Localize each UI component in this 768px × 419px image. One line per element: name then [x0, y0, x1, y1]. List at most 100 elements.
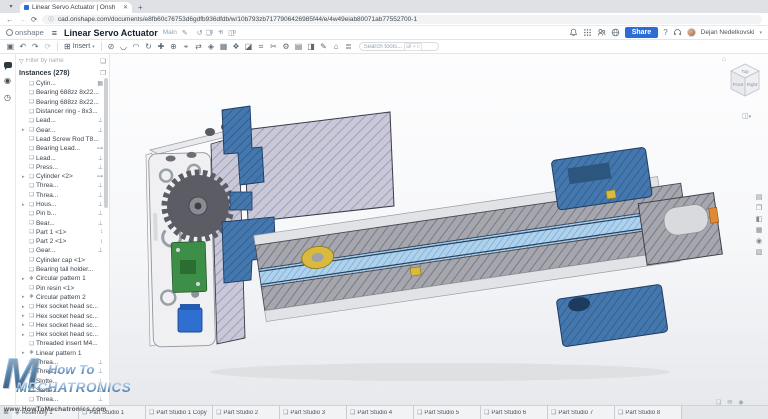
- new-tab-button[interactable]: +: [138, 3, 143, 12]
- tree-item[interactable]: ❑ Pin resin <1>: [16, 284, 109, 293]
- cylindrical-mate-icon[interactable]: ↻: [142, 41, 155, 53]
- expand-caret-icon[interactable]: ▸: [22, 304, 27, 310]
- tree-item[interactable]: ❑ Threa... ⊥: [16, 181, 109, 190]
- tables-panel-icon[interactable]: ▦: [756, 227, 763, 234]
- follow-icon[interactable]: + 0: [218, 29, 223, 36]
- browser-tab[interactable]: Linear Servo Actuator | Onsh ✕: [20, 2, 132, 13]
- tree-item[interactable]: ▸ ❑ Cylinder <2> ⊶: [16, 172, 109, 181]
- linear-pattern-icon[interactable]: ▦: [217, 41, 230, 53]
- tree-item[interactable]: ❑ Threaded insert M4...: [16, 339, 109, 348]
- tab-close-icon[interactable]: ✕: [123, 4, 128, 11]
- tree-item[interactable]: ❑ Bear... ⊥: [16, 218, 109, 227]
- history-panel-icon[interactable]: ◷: [4, 94, 11, 102]
- planar-mate-icon[interactable]: ◠: [130, 41, 143, 53]
- mirror-icon[interactable]: ◪: [242, 41, 255, 53]
- element-tab[interactable]: ❑ Part Studio 8: [615, 406, 682, 419]
- nut-yellow[interactable]: [410, 267, 421, 276]
- tree-item[interactable]: ❑ Threa... ⊥: [16, 191, 109, 200]
- tree-item[interactable]: ▸ ❖ Circular pattern 1: [16, 274, 109, 283]
- collapse-panel-icon[interactable]: ❏: [100, 57, 106, 65]
- group-icon[interactable]: ◈: [205, 41, 218, 53]
- tree-item[interactable]: ▸ ❑ Gear... ⊥: [16, 125, 109, 134]
- reload-icon[interactable]: ⟳: [31, 15, 37, 24]
- mate-icon[interactable]: ⊘: [105, 41, 118, 53]
- users-icon[interactable]: [597, 28, 606, 37]
- tree-item[interactable]: ❑ Bearing 688zz 8x22...: [16, 88, 109, 97]
- branch-icon[interactable]: ◫ 0: [228, 29, 236, 37]
- end-shaft-section[interactable]: [638, 193, 723, 265]
- follow-mode-icon[interactable]: ◉: [4, 77, 11, 85]
- appearance-icon[interactable]: ◨: [305, 41, 318, 53]
- appearance-panel-icon[interactable]: ◧: [756, 216, 763, 223]
- main-menu-icon[interactable]: ≡: [52, 28, 57, 38]
- tree-item[interactable]: ❑ Bearing Lead... ⊶: [16, 144, 109, 153]
- comments-icon[interactable]: [4, 62, 12, 68]
- redo-icon[interactable]: ↷: [29, 41, 42, 53]
- expand-caret-icon[interactable]: ▸: [22, 276, 27, 282]
- shaft-cap[interactable]: [205, 128, 215, 136]
- expand-caret-icon[interactable]: ▸: [22, 294, 27, 300]
- slider-mate-icon[interactable]: ⇄: [192, 41, 205, 53]
- element-tab[interactable]: ❑ Part Studio 6: [481, 406, 548, 419]
- tree-item[interactable]: ❑ Part 2 <1> ↕: [16, 237, 109, 246]
- tree-item[interactable]: ❑ Part 1 <1> ↕: [16, 228, 109, 237]
- fastened-mate-icon[interactable]: ✚: [155, 41, 168, 53]
- back-icon[interactable]: ←: [6, 15, 14, 24]
- tree-item[interactable]: ▸ ❑ Hex socket head sc...: [16, 330, 109, 339]
- tree-item[interactable]: ❑ Gear... ⊥: [16, 246, 109, 255]
- site-info-icon[interactable]: ⓘ: [48, 15, 54, 23]
- ball-mate-icon[interactable]: ⊕: [167, 41, 180, 53]
- edit-feature-icon[interactable]: ✎: [317, 41, 330, 53]
- tree-item[interactable]: ▸ ❑ Hex socket head sc...: [16, 321, 109, 330]
- housing-block-section[interactable]: [244, 112, 394, 222]
- help-icon[interactable]: ?: [663, 28, 667, 37]
- revolute-mate-icon[interactable]: ◡: [117, 41, 130, 53]
- tree-item[interactable]: ▸ ❖ Circular pattern 2: [16, 293, 109, 302]
- config-panel-icon[interactable]: ▤: [756, 194, 763, 201]
- tree-item[interactable]: ❑ Pin b... ⊥: [16, 209, 109, 218]
- rename-icon[interactable]: ✎: [182, 29, 188, 37]
- tree-item[interactable]: ▸ ❑ Hous... ⊥: [16, 200, 109, 209]
- properties-panel-icon[interactable]: ▧: [756, 249, 763, 256]
- workspace-name[interactable]: Main: [163, 29, 177, 36]
- user-avatar[interactable]: [687, 28, 696, 37]
- expand-caret-icon[interactable]: ▸: [22, 313, 27, 319]
- onshape-logo[interactable]: onshape: [6, 28, 44, 37]
- instances-header[interactable]: Instances (278) ❐: [16, 67, 109, 79]
- tab-search-caret-icon[interactable]: ▾: [5, 2, 17, 12]
- notifications-bell-icon[interactable]: [569, 28, 578, 37]
- connector-block[interactable]: [178, 308, 202, 332]
- select-icon[interactable]: ▣: [4, 41, 17, 53]
- tree-item[interactable]: ❑ Press... ⊥: [16, 163, 109, 172]
- expand-caret-icon[interactable]: ▸: [22, 174, 27, 180]
- actuator-model[interactable]: [110, 54, 768, 405]
- model-viewport[interactable]: [110, 54, 768, 405]
- share-button[interactable]: Share: [625, 27, 658, 38]
- view-cube[interactable]: Top Front Right: [726, 60, 764, 100]
- explode-icon[interactable]: ⌗: [255, 41, 268, 53]
- globe-icon[interactable]: [611, 28, 620, 37]
- element-tab[interactable]: ❑ Part Studio 4: [347, 406, 414, 419]
- element-tab[interactable]: ❑ Part Studio 2: [213, 406, 280, 419]
- tree-item[interactable]: ❑ Bearing 688zz 8x22...: [16, 98, 109, 107]
- expand-caret-icon[interactable]: ▸: [22, 202, 27, 208]
- expand-caret-icon[interactable]: ▸: [22, 322, 27, 328]
- tree-item[interactable]: ▸ ❑ Hex socket head sc...: [16, 302, 109, 311]
- tree-item[interactable]: ❑ Lead... ⊥: [16, 153, 109, 162]
- user-menu-caret-icon[interactable]: ▾: [759, 30, 762, 36]
- history-icon[interactable]: ↺: [197, 29, 201, 37]
- tree-item[interactable]: ❑ Bearing tail holder...: [16, 265, 109, 274]
- search-tools-input[interactable]: Search tools... alt + c: [359, 42, 439, 51]
- element-tab[interactable]: ❑ Part Studio 5: [414, 406, 481, 419]
- tree-scrollbar[interactable]: [104, 78, 108, 208]
- tree-item[interactable]: ❑ Lead Screw Rod T8...: [16, 135, 109, 144]
- snapshot-icon[interactable]: ✂: [267, 41, 280, 53]
- tree-item[interactable]: ❑ Cylinder cap <1>: [16, 256, 109, 265]
- view-options-button[interactable]: ◫▾: [742, 112, 751, 120]
- element-tab[interactable]: ❑ Part Studio 3: [280, 406, 347, 419]
- mate-connector-icon[interactable]: ⌖: [180, 41, 193, 53]
- feature-list-icon[interactable]: ≣: [342, 41, 355, 53]
- tree-item[interactable]: ❑ Distancer ring - 8x3...: [16, 107, 109, 116]
- filter-by-name-input[interactable]: Filter by name: [26, 58, 99, 64]
- versions-icon[interactable]: ❏ 0: [206, 29, 213, 37]
